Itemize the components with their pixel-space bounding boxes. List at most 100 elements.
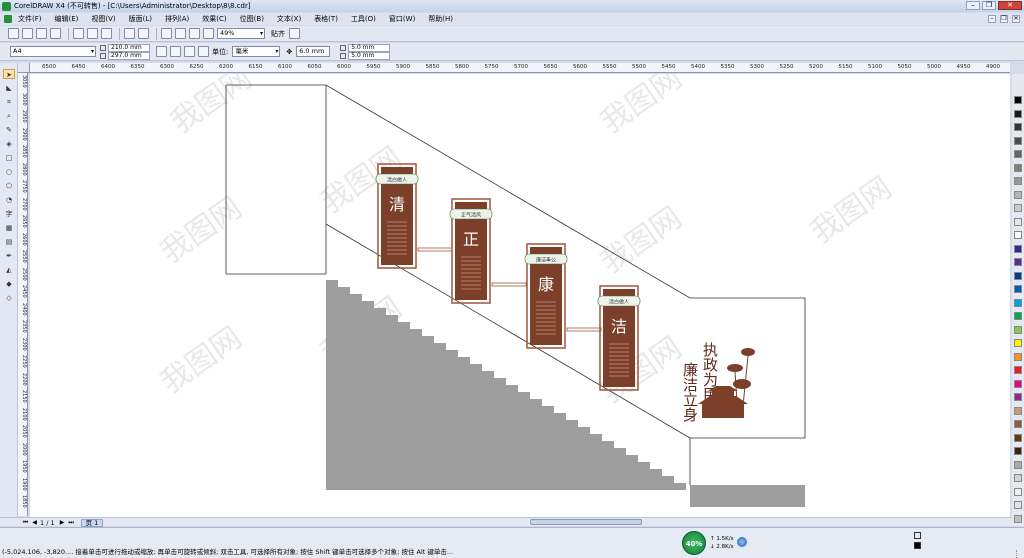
color-swatch[interactable] [1014,217,1022,226]
color-swatch[interactable] [1014,204,1022,212]
color-swatch[interactable] [1014,123,1022,131]
first-page-icon[interactable]: ⏮ [22,519,29,527]
open-icon[interactable] [22,28,33,39]
ruler-origin[interactable] [18,63,30,73]
interactive-fill-tool-icon[interactable]: ◇ [3,293,15,303]
import-icon[interactable] [161,28,172,39]
portrait-icon[interactable] [156,46,167,57]
cut-icon[interactable] [73,28,84,39]
menu-tools[interactable]: 工具(O) [351,14,376,24]
page-width-input[interactable]: 210.0 mm [108,43,150,52]
color-swatch[interactable] [1014,136,1022,145]
nudge-distance-input[interactable]: 6.0 mm [296,46,331,57]
color-swatch[interactable] [1014,231,1022,239]
menu-view[interactable]: 视图(V) [91,14,115,24]
text-tool-icon[interactable]: 字 [3,209,15,219]
pick-tool-icon[interactable]: ➤ [3,69,15,79]
doc-close-button[interactable]: ✕ [1012,15,1020,23]
menu-file[interactable]: 文件(F) [18,14,42,24]
color-swatch[interactable] [1014,96,1022,104]
outline-indicator-icon[interactable] [914,542,921,549]
color-swatch[interactable] [1014,487,1022,496]
color-swatch[interactable] [1014,312,1022,320]
drawing-canvas[interactable]: 我图网 我图网 我图网 我图网 我图网 我图网 我图网 我图网 我图网 清白做人… [30,74,1010,517]
menu-bitmaps[interactable]: 位图(B) [240,14,264,24]
fill-outline-indicators[interactable] [914,532,921,552]
undo-icon[interactable] [124,28,135,39]
document-icon[interactable] [4,15,12,23]
page-height-input[interactable]: 297.0 mm [108,51,150,60]
new-icon[interactable] [8,28,19,39]
units-select[interactable]: 毫米 [232,46,281,57]
color-swatch[interactable] [1014,190,1022,199]
shape-tool-icon[interactable]: ◣ [3,83,15,93]
color-swatch[interactable] [1014,447,1022,455]
redo-icon[interactable] [138,28,149,39]
color-swatch[interactable] [1014,393,1022,401]
vertical-ruler[interactable]: 3050 3000 2950 2900 2850 2800 2750 2700 2650 2600… [18,73,28,516]
polygon-tool-icon[interactable]: ⬠ [3,181,15,191]
doc-minimize-button[interactable]: – [988,15,996,23]
paper-size-select[interactable]: A4 [10,46,96,57]
save-icon[interactable] [36,28,47,39]
color-swatch[interactable] [1014,366,1022,374]
page-tab[interactable]: 页 1 [80,518,104,527]
color-swatch[interactable] [1014,163,1022,172]
menu-table[interactable]: 表格(T) [314,14,338,24]
resize-grip-icon[interactable] [1016,550,1024,558]
color-swatch[interactable] [1014,514,1022,523]
outline-tool-icon[interactable]: ◭ [3,265,15,275]
minimize-button[interactable]: – [966,1,980,10]
basic-shapes-tool-icon[interactable]: ◔ [3,195,15,205]
export-icon[interactable] [175,28,186,39]
current-page-icon[interactable] [198,46,209,57]
color-swatch[interactable] [1014,339,1022,347]
duplicate-distance-y-input[interactable]: 5.0 mm [348,51,391,60]
color-swatch[interactable] [1014,150,1022,158]
table-tool-icon[interactable]: ▦ [3,223,15,233]
paste-icon[interactable] [101,28,112,39]
next-page-icon[interactable]: ▶ [59,519,66,526]
crop-tool-icon[interactable]: ⌗ [3,97,15,107]
horizontal-ruler[interactable]: 6500 6450 6400 6350 6300 6250 6200 6150 6100 6050… [30,63,1010,73]
welcome-screen-icon[interactable] [203,28,214,39]
color-swatch[interactable] [1014,474,1022,482]
duplicate-distance-x-input[interactable]: 5.0 mm [348,43,391,52]
color-swatch[interactable] [1014,244,1022,253]
color-swatch[interactable] [1014,109,1022,118]
color-swatch[interactable] [1014,271,1022,280]
menu-effects[interactable]: 效果(C) [202,14,226,24]
color-swatch[interactable] [1014,420,1022,428]
all-pages-icon[interactable] [184,46,195,57]
menu-window[interactable]: 窗口(W) [389,14,415,24]
last-page-icon[interactable]: ⏭ [68,519,75,527]
landscape-icon[interactable] [170,46,181,57]
copy-icon[interactable] [87,28,98,39]
close-button[interactable]: ✕ [998,1,1022,10]
blend-tool-icon[interactable]: ▤ [3,237,15,247]
print-icon[interactable] [50,28,61,39]
rectangle-tool-icon[interactable]: □ [3,153,15,163]
menu-text[interactable]: 文本(X) [277,14,301,24]
zoom-tool-icon[interactable]: ⌕ [3,111,15,121]
color-swatch[interactable] [1014,258,1022,266]
freehand-tool-icon[interactable]: ✎ [3,125,15,135]
color-swatch[interactable] [1014,433,1022,442]
horizontal-scrollbar[interactable]: ⏮ ◀ 1 / 1 ▶ ⏭ 页 1 [0,517,1012,527]
color-swatch[interactable] [1014,285,1022,293]
color-swatch[interactable] [1014,406,1022,415]
zoom-level-select[interactable]: 49% [217,28,265,39]
application-launcher-icon[interactable] [189,28,200,39]
menu-help[interactable]: 帮助(H) [428,14,453,24]
color-swatch[interactable] [1014,352,1022,361]
menu-arrange[interactable]: 排列(A) [165,14,189,24]
menu-layout[interactable]: 版面(L) [129,14,152,24]
color-swatch[interactable] [1014,460,1022,469]
browser-globe-icon[interactable] [737,537,747,547]
smart-fill-tool-icon[interactable]: ◈ [3,139,15,149]
color-swatch[interactable] [1014,177,1022,185]
options-icon[interactable] [289,28,300,39]
ellipse-tool-icon[interactable]: ○ [3,167,15,177]
restore-button[interactable]: ❐ [982,1,996,10]
prev-page-icon[interactable]: ◀ [31,519,38,526]
